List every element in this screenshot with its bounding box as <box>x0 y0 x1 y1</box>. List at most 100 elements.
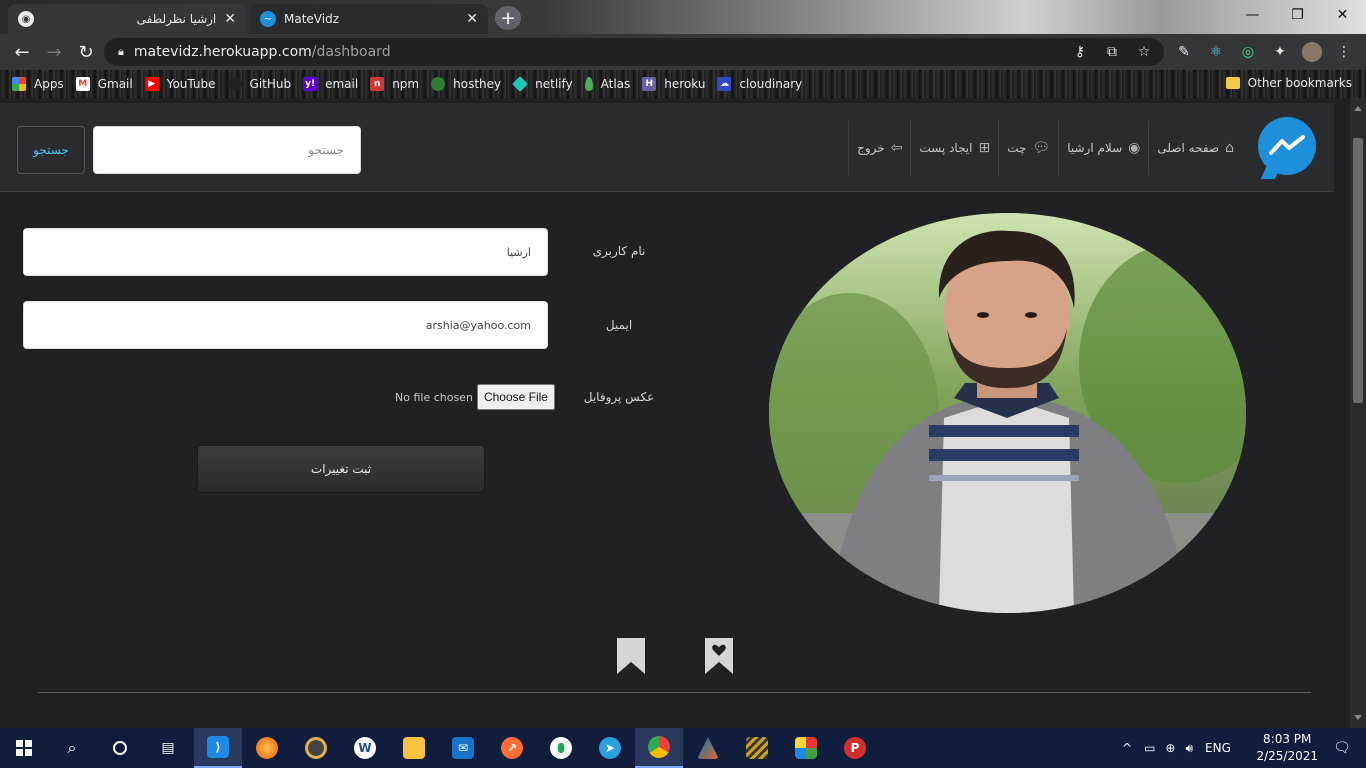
input-language[interactable]: ENG <box>1205 741 1231 755</box>
search-button[interactable]: جستجو <box>17 126 85 174</box>
browser-tab-strip: ◉ ارشیا نظرلطفی ✕ ~ MateVidz ✕ + — ❐ ✕ <box>0 0 1366 34</box>
close-window-button[interactable]: ✕ <box>1320 0 1365 30</box>
profile-avatar-icon[interactable] <box>1302 42 1322 62</box>
tray-chevron-icon[interactable]: ^ <box>1122 741 1132 755</box>
bookmark-label: email <box>325 77 359 91</box>
save-changes-button[interactable]: ثبت تغییرات <box>197 445 485 493</box>
vscode-app-icon[interactable]: ⟩ <box>194 728 242 768</box>
new-tab-button[interactable]: + <box>495 6 521 30</box>
lock-icon: 🔒︎ <box>118 45 124 58</box>
bookmark-heroku[interactable]: H heroku <box>642 77 705 91</box>
username-field[interactable] <box>23 228 548 276</box>
start-button[interactable] <box>0 728 48 768</box>
messenger-logo-icon[interactable] <box>1258 117 1316 175</box>
network-globe-icon[interactable]: ⊕ <box>1165 741 1175 755</box>
nav-label: سلام ارشیا <box>1067 141 1123 155</box>
bookmark-label: cloudinary <box>739 77 803 91</box>
bookmark-email[interactable]: y! email <box>303 77 358 91</box>
puzzle-extensions-icon[interactable]: ✦ <box>1270 42 1290 62</box>
react-devtools-icon[interactable]: ⚛ <box>1206 42 1226 62</box>
nav-create-post[interactable]: ⊞ ایجاد پست <box>910 121 998 175</box>
bookmark-atlas[interactable]: Atlas <box>584 77 630 91</box>
bookmark-github[interactable]: GitHub <box>227 77 291 91</box>
cortana-icon[interactable] <box>96 728 144 768</box>
windows-taskbar: ⌕ ▤ ⟩ W ✉ ↗ ⬮ ➤ P ^ ▭ ⊕ 🔊︎ ENG 8:03 PM 2… <box>0 728 1366 768</box>
heart-bookmark-icon[interactable] <box>703 636 735 676</box>
nav-chat[interactable]: 💬︎ چت <box>998 121 1058 175</box>
task-view-icon[interactable]: ▤ <box>144 728 192 768</box>
other-bookmarks[interactable]: Other bookmarks <box>1225 76 1352 90</box>
key-icon[interactable]: ⚷ <box>1070 42 1090 62</box>
bookmark-npm[interactable]: n npm <box>370 77 419 91</box>
media-player-app-icon[interactable] <box>292 728 340 768</box>
bookmark-label: hosthey <box>453 77 502 91</box>
nav-home[interactable]: ⌂ صفحه اصلی <box>1148 121 1242 175</box>
nav-label: خروج <box>857 141 885 155</box>
file-explorer-app-icon[interactable] <box>390 728 438 768</box>
firefox-app-icon[interactable] <box>243 728 291 768</box>
bookmark-youtube[interactable]: ▶ YouTube <box>144 77 216 91</box>
tab-profile[interactable]: ◉ ارشیا نظرلطفی ✕ <box>8 4 246 34</box>
pen-extension-icon[interactable]: ✎ <box>1174 42 1194 62</box>
bookmark-cloudinary[interactable]: ☁ cloudinary <box>717 77 802 91</box>
target-extension-icon[interactable]: ◎ <box>1238 42 1258 62</box>
back-arrow-icon[interactable]: ← <box>10 40 34 64</box>
choose-file-button[interactable]: Choose File <box>476 384 555 410</box>
bookmark-netlify[interactable]: netlify <box>512 76 573 92</box>
chrome-app-icon[interactable] <box>635 728 683 768</box>
bookmark-label: Gmail <box>97 77 133 91</box>
profile-avatar <box>769 213 1246 613</box>
star-icon[interactable]: ☆ <box>1134 42 1154 62</box>
open-external-icon[interactable]: ⧉ <box>1102 42 1122 62</box>
maximize-button[interactable]: ❐ <box>1275 0 1320 30</box>
tab-matevidz[interactable]: ~ MateVidz ✕ <box>250 4 488 34</box>
chat-icon: 💬︎ <box>1032 140 1051 156</box>
address-bar[interactable]: 🔒︎ matevidz.herokuapp.com/dashboard <box>104 38 1164 66</box>
notifications-icon[interactable]: 🗨︎ <box>1318 728 1366 768</box>
forward-arrow-icon[interactable]: → <box>42 40 66 64</box>
archive-app-icon[interactable] <box>733 728 781 768</box>
bookmark-label: YouTube <box>166 77 216 91</box>
psiphon-app-icon[interactable]: P <box>831 728 879 768</box>
home-icon: ⌂ <box>1225 140 1234 156</box>
gmail-icon: M <box>75 77 90 91</box>
reload-icon[interactable]: ↻ <box>74 40 98 64</box>
taskbar-clock[interactable]: 8:03 PM 2/25/2021 <box>1256 731 1318 765</box>
bookmarks-bar: Apps M Gmail ▶ YouTube GitHub y! email n… <box>0 70 1366 98</box>
mongodb-compass-app-icon[interactable]: ⬮ <box>537 728 585 768</box>
profile-photo-label: عکس پروفایل <box>583 390 655 404</box>
telegram-app-icon[interactable]: ➤ <box>586 728 634 768</box>
menu-kebab-icon[interactable]: ⋮ <box>1334 42 1354 62</box>
hosthey-icon <box>431 77 446 91</box>
matlab-app-icon[interactable] <box>684 728 732 768</box>
nav-profile[interactable]: ◉ سلام ارشیا <box>1058 121 1148 175</box>
nav-logout[interactable]: ⇦ خروج <box>848 121 910 175</box>
bookmark-hosthey[interactable]: hosthey <box>431 77 501 91</box>
minimize-button[interactable]: — <box>1230 0 1275 30</box>
scroll-up-icon[interactable] <box>1354 106 1362 111</box>
clock-date: 2/25/2021 <box>1256 749 1318 763</box>
tab-close-icon[interactable]: ✕ <box>224 11 236 27</box>
scroll-down-icon[interactable] <box>1354 715 1362 720</box>
mail-app-icon[interactable]: ✉ <box>439 728 487 768</box>
bookmark-label: heroku <box>664 77 706 91</box>
email-field[interactable] <box>23 301 548 349</box>
messenger-bolt-icon <box>1269 135 1305 155</box>
search-taskbar-icon[interactable]: ⌕ <box>48 728 96 768</box>
scroll-thumb[interactable] <box>1353 138 1363 403</box>
nav-label: چت <box>1007 141 1027 155</box>
volume-icon[interactable]: 🔊︎ <box>1185 741 1193 756</box>
search-input[interactable] <box>93 126 361 174</box>
winrar-app-icon[interactable] <box>782 728 830 768</box>
browser-toolbar: ← → ↻ 🔒︎ matevidz.herokuapp.com/dashboar… <box>0 34 1366 70</box>
battery-icon[interactable]: ▭ <box>1144 741 1155 755</box>
nav-label: صفحه اصلی <box>1157 141 1220 155</box>
tab-close-icon[interactable]: ✕ <box>466 11 478 27</box>
editor-app-icon[interactable]: W <box>341 728 389 768</box>
bookmark-gmail[interactable]: M Gmail <box>75 77 133 91</box>
bookmark-apps[interactable]: Apps <box>12 77 64 91</box>
postman-app-icon[interactable]: ↗ <box>488 728 536 768</box>
page-scrollbar[interactable] <box>1350 98 1366 728</box>
bookmark-icon[interactable] <box>615 636 647 676</box>
netlify-icon <box>512 76 529 92</box>
